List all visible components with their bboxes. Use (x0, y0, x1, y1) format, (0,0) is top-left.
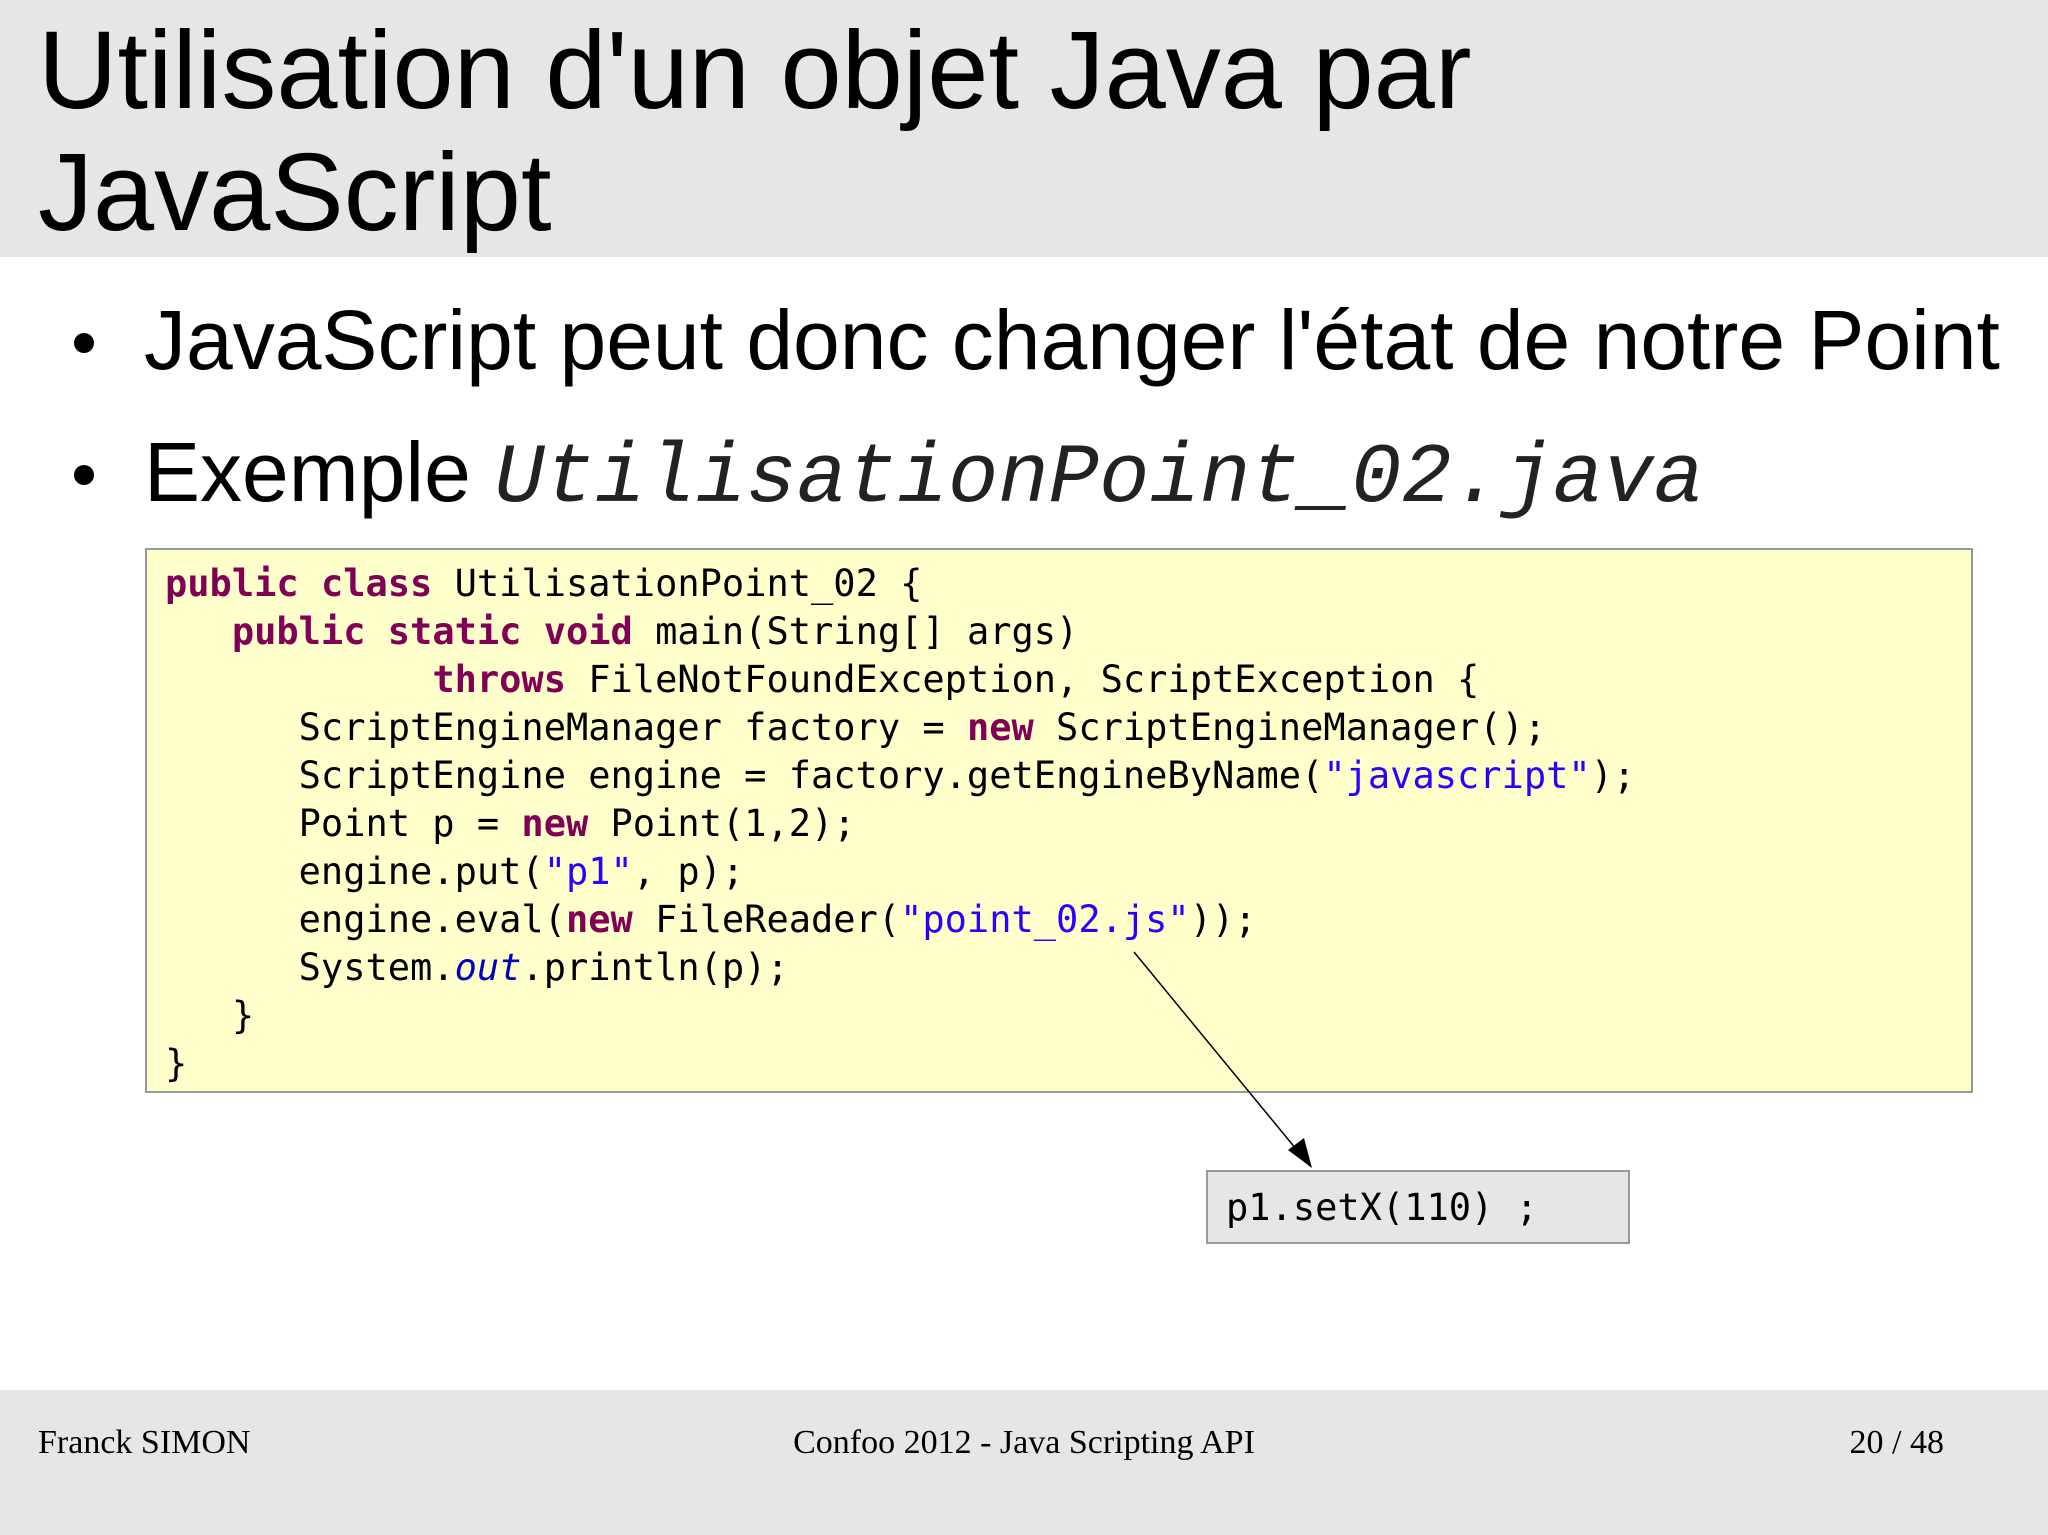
code-token: ScriptEngineManager(); (1033, 706, 1547, 749)
code-line: public static void main(String[] args) (165, 608, 1635, 656)
code-token: new (565, 898, 633, 941)
code-block: public class UtilisationPoint_02 { publi… (145, 548, 1973, 1093)
code-line: System.out.println(p); (165, 944, 1635, 992)
code-token: System. (165, 946, 455, 989)
code-line: public class UtilisationPoint_02 { (165, 560, 1635, 608)
slide-title: Utilisation d'un objet Java par JavaScri… (38, 9, 1472, 254)
code-token: FileReader( (632, 898, 901, 941)
code-filename: UtilisationPoint_02.java (494, 432, 1704, 527)
code-listing: public class UtilisationPoint_02 { publi… (165, 560, 1635, 1088)
code-line: engine.eval(new FileReader("point_02.js"… (165, 896, 1635, 944)
code-line: throws FileNotFoundException, ScriptExce… (165, 656, 1635, 704)
code-token: "point_02.js" (900, 898, 1190, 941)
code-line: } (165, 1040, 1635, 1088)
code-token: class (320, 562, 433, 605)
code-token: )); (1189, 898, 1257, 941)
arrowhead-icon (1288, 1138, 1312, 1168)
code-token: FileNotFoundException, ScriptException { (565, 658, 1480, 701)
footer: Franck SIMON Confoo 2012 - Java Scriptin… (0, 1390, 2048, 1535)
code-token: } (165, 1042, 188, 1085)
code-token: "javascript" (1323, 754, 1591, 797)
bullet-dot-icon (74, 333, 94, 353)
code-token: .println(p); (521, 946, 789, 989)
code-token: void (543, 610, 633, 653)
code-token: engine.put( (165, 850, 544, 893)
callout-code: p1.setX(110) ; (1226, 1186, 1538, 1229)
code-token: ScriptEngineManager factory = (165, 706, 967, 749)
code-line: Point p = new Point(1,2); (165, 800, 1635, 848)
bullet-text: JavaScript peut donc changer l'état de n… (144, 293, 2000, 387)
code-token: ScriptEngine engine = factory.getEngineB… (165, 754, 1324, 797)
code-token: new (521, 802, 589, 845)
code-token: Point(1,2); (588, 802, 856, 845)
code-token: throws (432, 658, 566, 701)
code-token: , p); (632, 850, 745, 893)
code-token: Point p = (165, 802, 522, 845)
code-token: out (454, 946, 522, 989)
code-line: } (165, 992, 1635, 1040)
code-token: ); (1590, 754, 1636, 797)
code-token: main(String[] args) (632, 610, 1079, 653)
footer-event: Confoo 2012 - Java Scripting API (793, 1424, 1255, 1461)
code-token: engine.eval( (165, 898, 566, 941)
bullet-dot-icon (74, 465, 94, 485)
callout-box: p1.setX(110) ; (1206, 1170, 1630, 1244)
code-token: } (165, 994, 255, 1037)
code-token: UtilisationPoint_02 { (432, 562, 923, 605)
page-number: 20 / 48 (1849, 1424, 1944, 1461)
code-line: ScriptEngine engine = factory.getEngineB… (165, 752, 1636, 800)
code-token: new (966, 706, 1034, 749)
bullet-text: Exemple UtilisationPoint_02.java (144, 427, 1704, 525)
bullet-label: Exemple (144, 425, 495, 519)
code-token: public (165, 562, 299, 605)
code-token: static (387, 610, 522, 653)
code-line: engine.put("p1", p); (165, 848, 1635, 896)
title-bar: Utilisation d'un objet Java par JavaScri… (0, 0, 2048, 257)
code-token: public (231, 610, 366, 653)
code-token: "p1" (543, 850, 633, 893)
code-line: ScriptEngineManager factory = new Script… (165, 704, 1635, 752)
